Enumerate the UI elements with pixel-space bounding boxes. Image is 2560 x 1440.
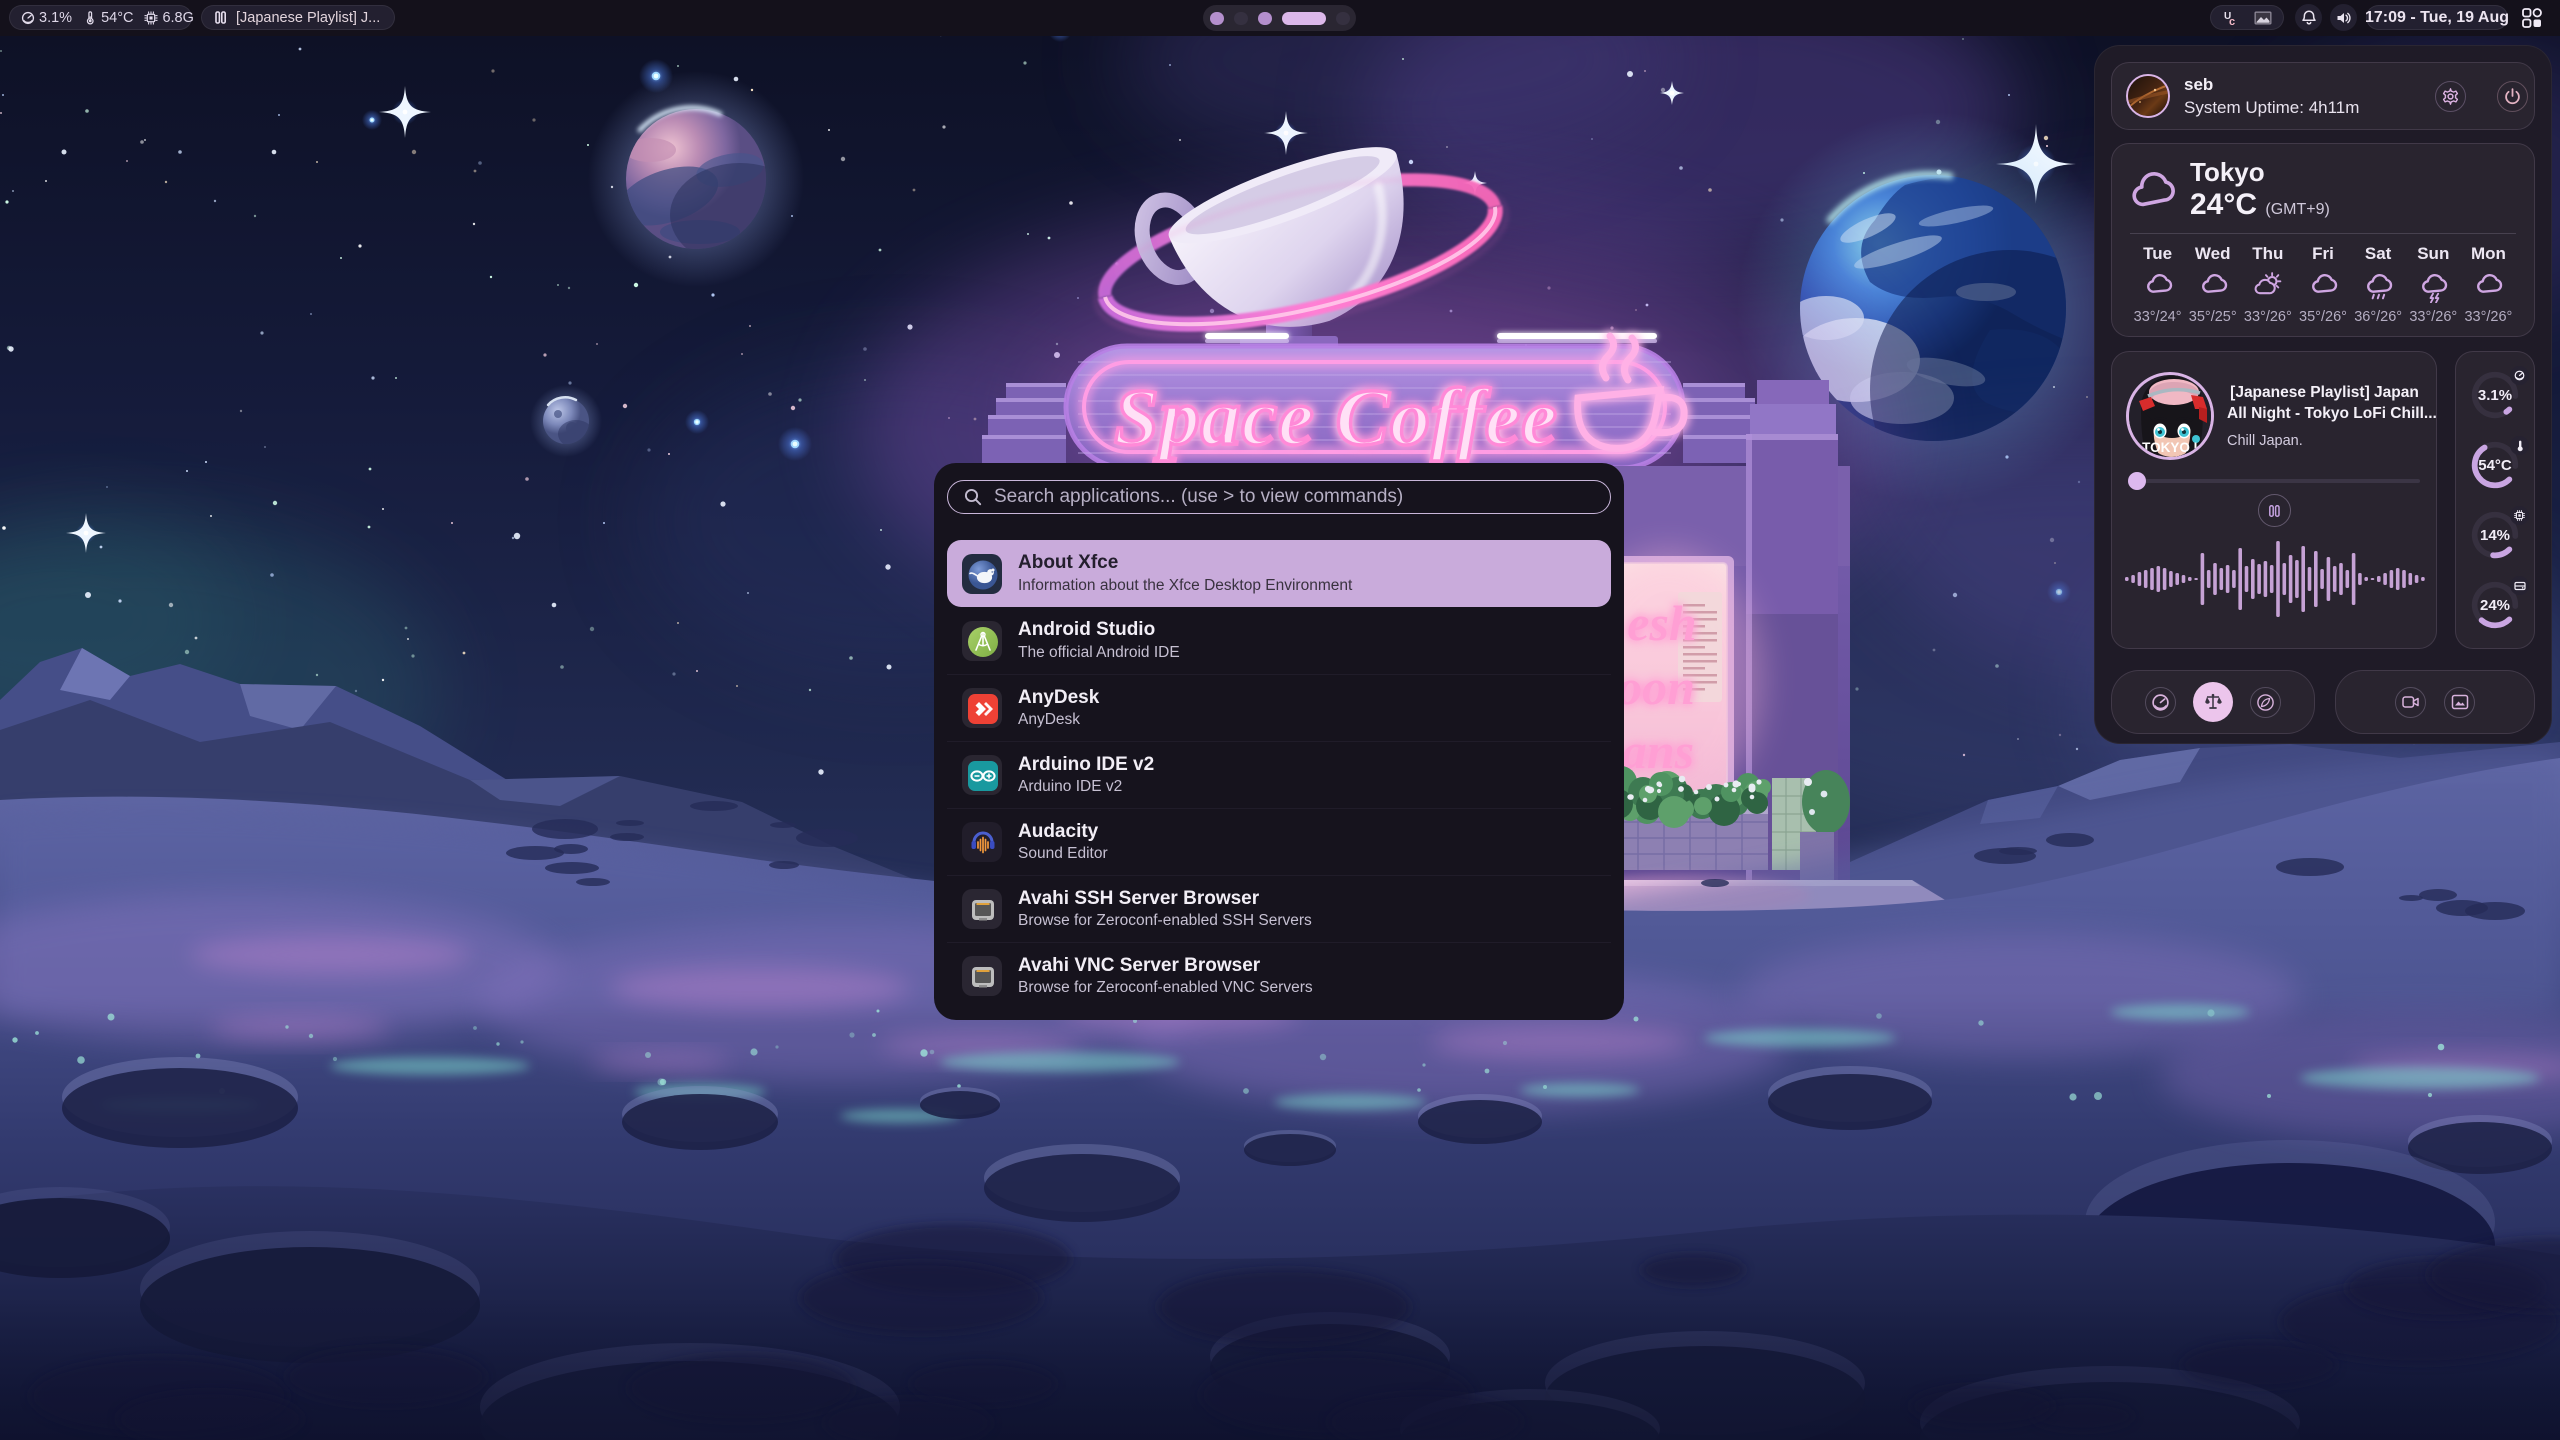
svg-text:Space Coffee: Space Coffee — [1114, 374, 1558, 462]
svg-text:c: c — [2229, 16, 2235, 28]
svg-text:TOKYO L: TOKYO L — [2142, 440, 2202, 455]
svg-text:oon: oon — [1617, 659, 1695, 715]
svg-text:esh: esh — [1627, 595, 1696, 651]
svg-text:ans: ans — [1622, 723, 1694, 779]
